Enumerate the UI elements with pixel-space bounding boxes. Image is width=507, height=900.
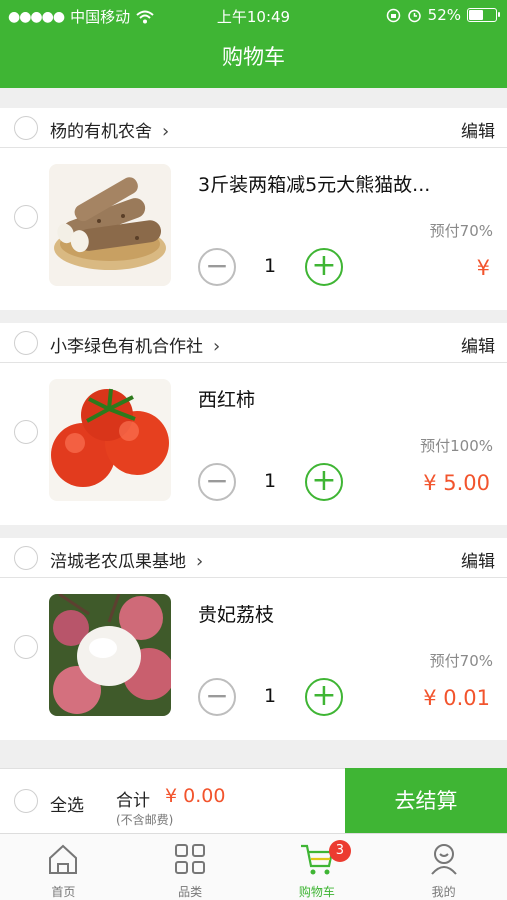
tab-bar: 首页 品类 3 购物车 我的 [0, 833, 507, 900]
store-name: 小李绿色有机合作社 [50, 337, 203, 357]
store-card: 小李绿色有机合作社 › 编辑 西红柿 预付100% − 1 + ¥ 5.00 [0, 323, 507, 525]
product-name[interactable]: 西红柿 [198, 385, 255, 412]
status-right: 52% [386, 6, 500, 24]
item-select-checkbox[interactable] [14, 420, 38, 444]
quantity-value: 1 [263, 255, 277, 277]
store-name-link[interactable]: 小李绿色有机合作社 › [50, 332, 220, 357]
tab-profile[interactable]: 我的 [380, 834, 507, 900]
decrease-quantity-button[interactable]: − [198, 248, 236, 286]
quantity-value: 1 [263, 470, 277, 492]
store-card: 杨的有机农舍 › 编辑 3斤装两箱减5元大熊猫故... 预付70% − 1 + … [0, 108, 507, 310]
battery-icon [467, 8, 500, 22]
cart-item: 3斤装两箱减5元大熊猫故... 预付70% − 1 + ¥ [0, 148, 507, 310]
edit-button[interactable]: 编辑 [461, 332, 495, 357]
cart-item: 贵妃荔枝 预付70% − 1 + ¥ 0.01 [0, 578, 507, 740]
store-name: 涪城老农瓜果基地 [50, 552, 186, 572]
item-price: ¥ 5.00 [423, 471, 490, 495]
item-select-checkbox[interactable] [14, 635, 38, 659]
store-name-link[interactable]: 杨的有机农舍 › [50, 117, 169, 142]
chevron-right-icon: › [196, 551, 204, 572]
prepay-label: 预付70% [429, 222, 493, 240]
decrease-quantity-button[interactable]: − [198, 678, 236, 716]
tab-home[interactable]: 首页 [0, 834, 127, 900]
total-value: ¥ 0.00 [165, 785, 226, 807]
select-all-checkbox[interactable] [14, 789, 38, 813]
store-select-checkbox[interactable] [14, 546, 38, 570]
quantity-value: 1 [263, 685, 277, 707]
tab-label: 首页 [51, 885, 76, 899]
tab-label: 我的 [431, 885, 456, 899]
tab-label: 购物车 [298, 885, 335, 899]
decrease-quantity-button[interactable]: − [198, 463, 236, 501]
product-name[interactable]: 3斤装两箱减5元大熊猫故... [198, 170, 430, 197]
tab-category[interactable]: 品类 [127, 834, 254, 900]
store-card: 涪城老农瓜果基地 › 编辑 贵妃荔枝 预付70% − 1 + ¥ 0.01 [0, 538, 507, 740]
page-title: 购物车 [0, 32, 507, 88]
edit-button[interactable]: 编辑 [461, 547, 495, 572]
store-header: 杨的有机农舍 › 编辑 [0, 108, 507, 148]
shipping-note: (不含邮费) [116, 813, 174, 827]
cart-badge: 3 [328, 840, 351, 862]
checkout-button[interactable]: 去结算 [345, 768, 507, 834]
tomato-image[interactable] [49, 379, 171, 501]
item-select-checkbox[interactable] [14, 205, 38, 229]
select-all-label[interactable]: 全选 [50, 791, 84, 816]
yam-image[interactable] [49, 164, 171, 286]
prepay-label: 预付100% [420, 437, 493, 455]
tab-label: 品类 [178, 885, 203, 899]
chevron-right-icon: › [162, 121, 170, 142]
alarm-icon [407, 9, 421, 22]
store-header: 涪城老农瓜果基地 › 编辑 [0, 538, 507, 578]
checkout-bar: 全选 合计 ¥ 0.00 (不含邮费) 去结算 [0, 768, 507, 834]
store-name: 杨的有机农舍 [50, 122, 152, 142]
total-label: 合计 [116, 791, 150, 811]
item-price: ¥ [476, 256, 490, 280]
increase-quantity-button[interactable]: + [305, 248, 343, 286]
lychee-image[interactable] [49, 594, 171, 716]
increase-quantity-button[interactable]: + [305, 678, 343, 716]
store-name-link[interactable]: 涪城老农瓜果基地 › [50, 547, 203, 572]
item-price: ¥ 0.01 [423, 686, 490, 710]
battery-label: 52% [427, 6, 461, 24]
store-header: 小李绿色有机合作社 › 编辑 [0, 323, 507, 363]
profile-icon [430, 844, 457, 875]
edit-button[interactable]: 编辑 [461, 117, 495, 142]
chevron-right-icon: › [213, 336, 221, 357]
home-icon [49, 844, 78, 874]
product-name[interactable]: 贵妃荔枝 [198, 600, 274, 627]
prepay-label: 预付70% [429, 652, 493, 670]
store-select-checkbox[interactable] [14, 116, 38, 140]
rotation-lock-icon [386, 8, 400, 22]
category-icon [175, 844, 206, 874]
increase-quantity-button[interactable]: + [305, 463, 343, 501]
cart-item: 西红柿 预付100% − 1 + ¥ 5.00 [0, 363, 507, 525]
store-select-checkbox[interactable] [14, 331, 38, 355]
status-bar: ●●●●● 中国移动 上午10:49 52% [0, 0, 507, 32]
tab-cart[interactable]: 3 购物车 [254, 834, 381, 900]
